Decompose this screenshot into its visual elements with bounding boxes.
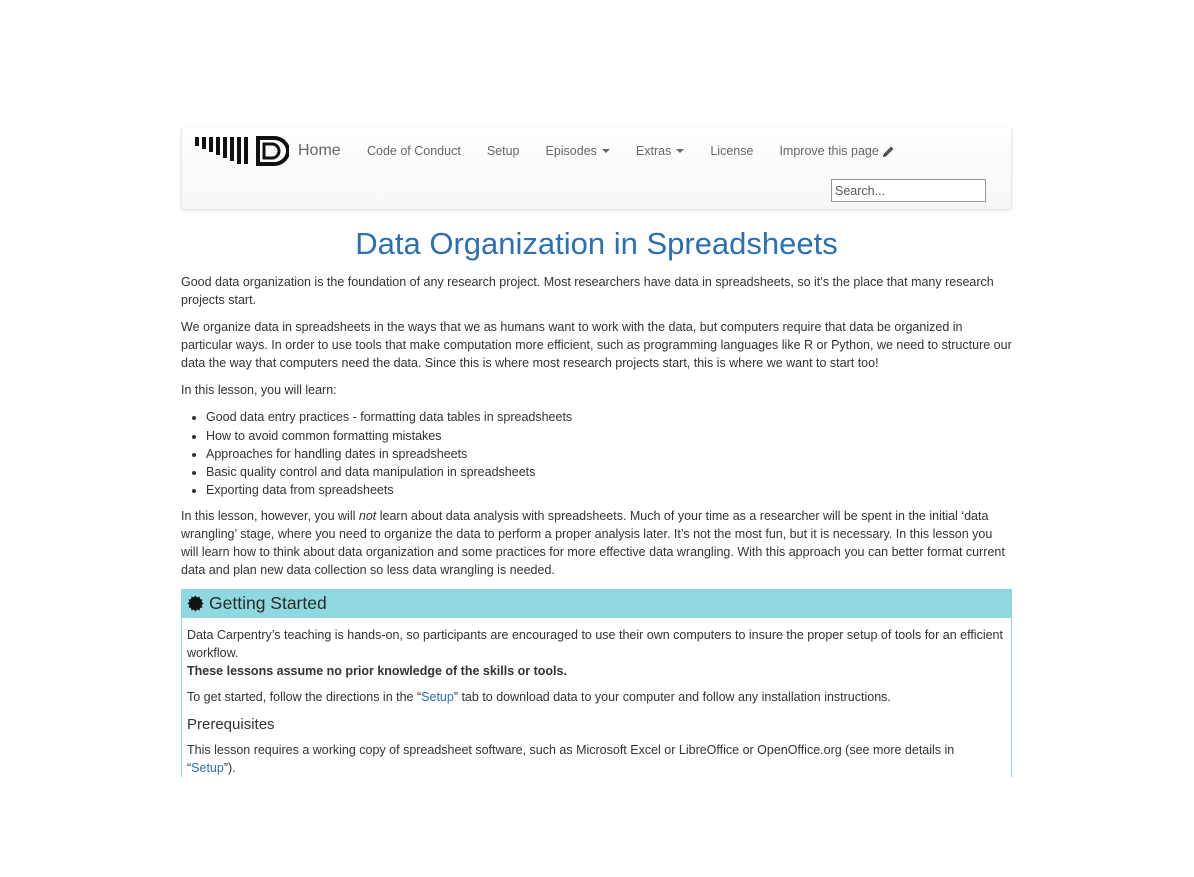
caret-down-icon — [601, 149, 610, 154]
callout-paragraph-3: This lesson requires a working copy of s… — [187, 741, 1006, 777]
caret-down-icon — [676, 149, 685, 154]
brand-label: Home — [298, 142, 341, 160]
page: Home Code of Conduct Setup Episodes Extr… — [181, 128, 1012, 785]
outro-paragraph: In this lesson, however, you will not le… — [181, 507, 1012, 580]
search-input[interactable] — [831, 179, 986, 202]
callout-strong-paragraph: These lessons assume no prior knowledge … — [187, 662, 1006, 680]
certificate-icon — [187, 595, 204, 612]
nav-item-extras-dropdown[interactable]: Extras — [635, 142, 685, 160]
nav-item-label: License — [710, 144, 754, 158]
callout-p3-before: This lesson requires a working copy of s… — [187, 742, 955, 775]
outro-emphasis: not — [358, 509, 377, 524]
nav-item-label: Code of Conduct — [367, 144, 461, 158]
list-item: Basic quality control and data manipulat… — [206, 463, 1012, 481]
callout-paragraph-2: To get started, follow the directions in… — [187, 688, 1006, 706]
intro-paragraph-1: Good data organization is the foundation… — [181, 274, 994, 307]
callout-strong-text: These lessons assume no prior knowledge … — [187, 663, 567, 678]
callout-p2-before: To get started, follow the directions in… — [187, 689, 422, 704]
page-title: Data Organization in Spreadsheets — [355, 226, 838, 261]
callout-paragraph-1: Data Carpentry’s teaching is hands-on, s… — [187, 627, 1003, 660]
nav-menu: Code of Conduct Setup Episodes Extras Li… — [367, 142, 921, 160]
nav-item-license[interactable]: License — [710, 142, 753, 160]
intro-paragraph-2: We organize data in spreadsheets in the … — [181, 319, 1012, 371]
setup-link[interactable]: Setup — [421, 690, 454, 704]
brand-home-link[interactable]: Home — [195, 132, 341, 166]
callout-body: Data Carpentry’s teaching is hands-on, s… — [182, 618, 1011, 778]
list-item: Good data entry practices - formatting d… — [206, 408, 1012, 426]
callout-p2-after: ” tab to download data to your computer … — [453, 689, 891, 704]
carpentries-logo-icon — [195, 136, 289, 166]
callout-title: Getting Started — [209, 592, 327, 613]
nav-item-label: Setup — [486, 144, 520, 158]
learning-list: Good data entry practices - formatting d… — [181, 408, 1012, 499]
callout-header: Getting Started — [182, 589, 1011, 618]
nav-item-setup[interactable]: Setup — [487, 142, 520, 160]
pencil-icon — [882, 146, 894, 157]
nav-item-episodes-dropdown[interactable]: Episodes — [545, 142, 610, 160]
nav-item-label: Episodes — [545, 144, 597, 158]
list-item: How to avoid common formatting mistakes — [206, 427, 1012, 445]
prerequisites-heading: Prerequisites — [187, 716, 275, 734]
outro-text-before: In this lesson, however, you will — [181, 509, 359, 524]
nav-item-improve-page[interactable]: Improve this page — [779, 142, 894, 160]
nav-item-code-of-conduct[interactable]: Code of Conduct — [367, 142, 461, 160]
getting-started-callout: Getting Started Data Carpentry’s teachin… — [181, 588, 1012, 778]
setup-link[interactable]: Setup — [191, 761, 224, 775]
list-item: Approaches for handling dates in spreads… — [206, 445, 1012, 463]
callout-p3-after: ”). — [223, 760, 236, 775]
nav-item-label: Extras — [635, 144, 672, 158]
nav-item-label: Improve this page — [779, 144, 879, 158]
navbar: Home Code of Conduct Setup Episodes Extr… — [181, 128, 1012, 210]
intro-paragraph-3: In this lesson, you will learn: — [181, 383, 337, 398]
list-item: Exporting data from spreadsheets — [206, 481, 1012, 499]
